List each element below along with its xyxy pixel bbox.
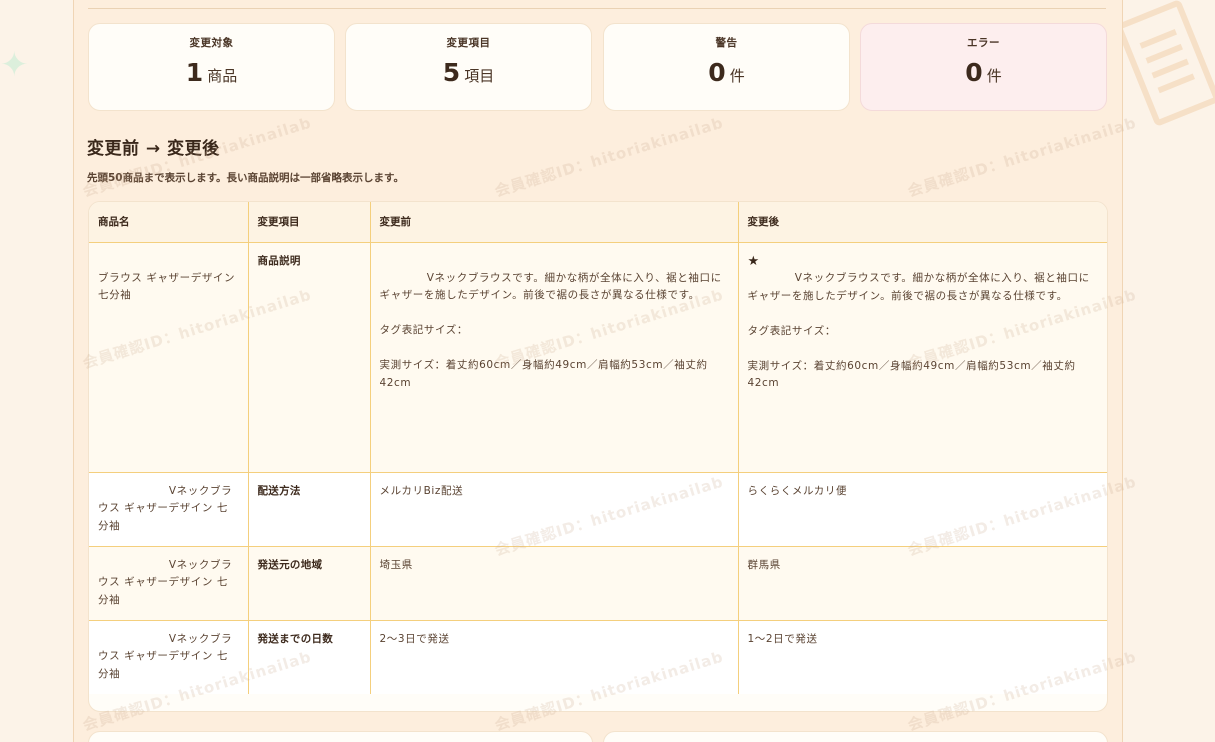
summary-card-targets: 変更対象 1 商品 xyxy=(88,23,335,111)
summary-unit: 件 xyxy=(986,67,1002,85)
column-header-after: 変更後 xyxy=(737,202,1107,243)
section-note: 先頭50商品まで表示します。長い商品説明は一部省略表示します。 xyxy=(87,172,405,184)
summary-unit: 件 xyxy=(729,67,745,85)
summary-card-items: 変更項目 5 項目 xyxy=(345,23,592,111)
after-cell: 群馬県 xyxy=(737,545,1107,621)
summary-label: 警告 xyxy=(715,37,738,49)
change-item-cell: 配送方法 xyxy=(247,471,371,547)
product-name-cell: Vネックブラウス ギャザーデザイン 七分袖 xyxy=(89,545,249,621)
column-header-item: 変更項目 xyxy=(247,202,371,243)
product-name-cell: ブラウス ギャザーデザイン 七分袖 xyxy=(89,241,249,473)
table-row: Vネックブラウス ギャザーデザイン 七分袖 発送元の地域 埼玉県 群馬県 xyxy=(89,545,1107,621)
product-name-cell: Vネックブラウス ギャザーデザイン 七分袖 xyxy=(89,619,249,694)
summary-unit: 商品 xyxy=(207,67,238,85)
after-cell: 1〜2日で発送 xyxy=(737,619,1107,694)
summary-label: エラー xyxy=(967,37,1000,49)
summary-label: 変更対象 xyxy=(189,37,234,49)
column-header-before: 変更前 xyxy=(369,202,739,243)
summary-card-errors: エラー 0件 xyxy=(860,23,1107,111)
before-cell: メルカリBiz配送 xyxy=(369,471,739,547)
diff-table: 商品名 変更項目 変更前 変更後 ブラウス ギャザーデザイン 七分袖 商品説明 … xyxy=(89,202,1107,694)
summary-label: 変更項目 xyxy=(446,37,491,49)
background-book-icon xyxy=(1114,0,1215,128)
change-item-cell: 商品説明 xyxy=(247,241,371,473)
summary-card-warnings: 警告 0件 xyxy=(603,23,850,111)
product-name: Vネックブラウス ギャザーデザイン 七分袖 xyxy=(98,632,233,680)
before-cell: 2〜3日で発送 xyxy=(369,619,739,694)
before-value: Vネックブラウスです。細かな柄が全体に入り、裾と袖口にギャザーを施したデザイン。… xyxy=(379,271,722,389)
lower-card-left xyxy=(88,731,593,742)
table-header-row: 商品名 変更項目 変更前 変更後 xyxy=(89,202,1107,243)
before-cell: Vネックブラウスです。細かな柄が全体に入り、裾と袖口にギャザーを施したデザイン。… xyxy=(369,241,739,473)
summary-value: 5 xyxy=(442,58,461,87)
star-icon: ★ xyxy=(747,253,760,269)
before-cell: 埼玉県 xyxy=(369,545,739,621)
after-cell: らくらくメルカリ便 xyxy=(737,471,1107,547)
product-name: ブラウス ギャザーデザイン 七分袖 xyxy=(98,271,240,302)
table-row: Vネックブラウス ギャザーデザイン 七分袖 配送方法 メルカリBiz配送 らくら… xyxy=(89,471,1107,547)
summary-value: 0 xyxy=(708,58,726,87)
diff-table-card: 商品名 変更項目 変更前 変更後 ブラウス ギャザーデザイン 七分袖 商品説明 … xyxy=(88,201,1108,712)
main-panel: 変更対象 1 商品 変更項目 5 項目 警告 0件 エラー 0件 変更前 → 変更後… xyxy=(73,0,1123,742)
summary-value: 0 xyxy=(965,58,983,87)
summary-cards: 変更対象 1 商品 変更項目 5 項目 警告 0件 エラー 0件 xyxy=(88,23,1108,111)
table-row: Vネックブラウス ギャザーデザイン 七分袖 発送までの日数 2〜3日で発送 1〜… xyxy=(89,619,1107,694)
divider xyxy=(88,8,1106,9)
background-sparkle-icon: ✦ xyxy=(0,45,29,85)
after-value: Vネックブラウスです。細かな柄が全体に入り、裾と袖口にギャザーを施したデザイン。… xyxy=(747,272,1090,389)
change-item-cell: 発送元の地域 xyxy=(247,545,371,621)
diff-table-scroll[interactable]: 商品名 変更項目 変更前 変更後 ブラウス ギャザーデザイン 七分袖 商品説明 … xyxy=(89,202,1107,694)
summary-unit: 項目 xyxy=(464,67,495,85)
column-header-product: 商品名 xyxy=(89,202,249,243)
table-row: ブラウス ギャザーデザイン 七分袖 商品説明 Vネックブラウスです。細かな柄が全… xyxy=(89,241,1107,473)
summary-value: 1 xyxy=(185,58,204,87)
lower-card-right xyxy=(603,731,1108,742)
product-name-cell: Vネックブラウス ギャザーデザイン 七分袖 xyxy=(89,471,249,547)
after-cell: ★ Vネックブラウスです。細かな柄が全体に入り、裾と袖口にギャザーを施したデザイ… xyxy=(737,241,1107,473)
product-name: Vネックブラウス ギャザーデザイン 七分袖 xyxy=(98,484,233,532)
product-name: Vネックブラウス ギャザーデザイン 七分袖 xyxy=(98,558,233,606)
section-title: 変更前 → 変更後 xyxy=(87,139,220,159)
change-item-cell: 発送までの日数 xyxy=(247,619,371,694)
